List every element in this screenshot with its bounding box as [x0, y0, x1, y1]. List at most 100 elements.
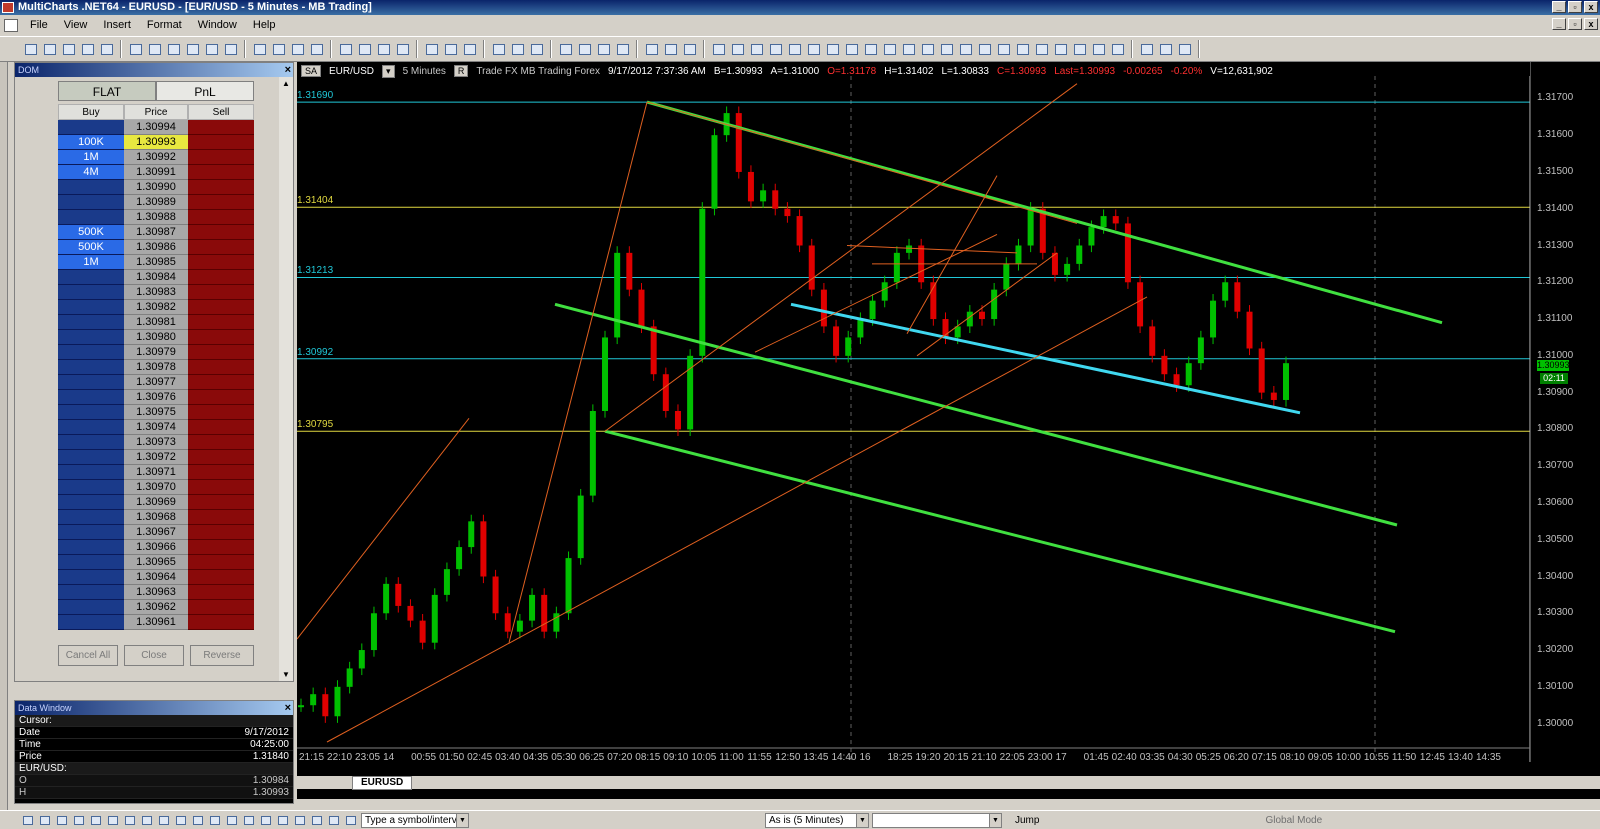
tool-tool-icon[interactable] [976, 41, 993, 58]
tool-tool-icon[interactable] [805, 41, 822, 58]
tool-tool-icon[interactable] [662, 41, 679, 58]
resolution-select[interactable]: As is (5 Minutes) ▼ [765, 812, 869, 828]
symbol-dropdown[interactable]: ▾ [382, 64, 395, 78]
paste-tool-icon[interactable] [146, 41, 163, 58]
new-tool-icon[interactable] [22, 41, 39, 58]
insert-tool-icon[interactable] [251, 41, 268, 58]
drawing-tool-icon[interactable] [258, 813, 273, 828]
step-tool-icon[interactable] [576, 41, 593, 58]
jump-button[interactable]: Jump [1015, 815, 1039, 826]
dom-buy-cell[interactable]: 500K [58, 225, 124, 240]
dom-sell-cell[interactable] [188, 585, 254, 600]
dom-buy-cell[interactable] [58, 585, 124, 600]
dom-buy-cell[interactable] [58, 195, 124, 210]
dom-buy-cell[interactable] [58, 525, 124, 540]
dom-buy-cell[interactable]: 1M [58, 150, 124, 165]
cut-tool-icon[interactable] [98, 41, 115, 58]
copy-tool-icon[interactable] [127, 41, 144, 58]
tab-pnl[interactable]: PnL [156, 81, 254, 101]
tool-tool-icon[interactable] [595, 41, 612, 58]
dom-buy-cell[interactable] [58, 345, 124, 360]
cursor-tool-icon[interactable] [394, 41, 411, 58]
tool-tool-icon[interactable] [1071, 41, 1088, 58]
dom-sell-cell[interactable] [188, 450, 254, 465]
cross-tool-icon[interactable] [423, 41, 440, 58]
zoom-tool-icon[interactable] [442, 41, 459, 58]
dom-buy-cell[interactable] [58, 285, 124, 300]
cancel-all-button[interactable]: Cancel All [58, 645, 118, 666]
print-tool-icon[interactable] [79, 41, 96, 58]
dom-sell-cell[interactable] [188, 405, 254, 420]
dom-buy-cell[interactable] [58, 330, 124, 345]
tool-tool-icon[interactable] [843, 41, 860, 58]
tool-tool-icon[interactable] [1176, 41, 1193, 58]
dom-sell-cell[interactable] [188, 240, 254, 255]
format-tool-icon[interactable] [203, 41, 220, 58]
point-tool-icon[interactable] [375, 41, 392, 58]
study-tool-icon[interactable] [289, 41, 306, 58]
pause-tool-icon[interactable] [557, 41, 574, 58]
dom-sell-cell[interactable] [188, 195, 254, 210]
drawing-tool-icon[interactable] [54, 813, 69, 828]
dom-scrollbar[interactable]: ▲ ▼ [279, 77, 293, 681]
dom-sell-cell[interactable] [188, 150, 254, 165]
tool-tool-icon[interactable] [862, 41, 879, 58]
drawing-tool-icon[interactable] [326, 813, 341, 828]
dom-buy-cell[interactable] [58, 390, 124, 405]
chevron-down-icon[interactable]: ▼ [856, 813, 868, 827]
dom-sell-cell[interactable] [188, 345, 254, 360]
drawing-tool-icon[interactable] [37, 813, 52, 828]
dom-sell-cell[interactable] [188, 465, 254, 480]
dom-sell-cell[interactable] [188, 165, 254, 180]
tool-tool-icon[interactable] [1090, 41, 1107, 58]
candle-tool-icon[interactable] [337, 41, 354, 58]
tool-tool-icon[interactable] [614, 41, 631, 58]
save-tool-icon[interactable] [60, 41, 77, 58]
close-position-button[interactable]: Close [124, 645, 184, 666]
sheet-tab-eurusd[interactable]: EURUSD [352, 776, 413, 790]
dom-buy-cell[interactable] [58, 120, 124, 135]
scroll-down-icon[interactable]: ▼ [282, 670, 290, 679]
tool-tool-icon[interactable] [1109, 41, 1126, 58]
tool-tool-icon[interactable] [1052, 41, 1069, 58]
window-tool-icon[interactable] [490, 41, 507, 58]
tool-tool-icon[interactable] [900, 41, 917, 58]
close-icon[interactable]: × [285, 701, 291, 715]
close-icon[interactable]: × [285, 63, 291, 77]
layout-tool-icon[interactable] [509, 41, 526, 58]
dom-buy-cell[interactable] [58, 405, 124, 420]
menu-window[interactable]: Window [190, 19, 245, 31]
chevron-down-icon[interactable]: ▼ [989, 813, 1001, 827]
dom-buy-cell[interactable]: 4M [58, 165, 124, 180]
menu-format[interactable]: Format [139, 19, 190, 31]
redo-tool-icon[interactable] [184, 41, 201, 58]
close-button[interactable]: x [1584, 1, 1598, 13]
dom-buy-cell[interactable] [58, 495, 124, 510]
price-chart[interactable]: SA EUR/USD ▾ 5 Minutes R Trade FX MB Tra… [297, 62, 1600, 799]
drawing-tool-icon[interactable] [292, 813, 307, 828]
tool-tool-icon[interactable] [957, 41, 974, 58]
tool-tool-icon[interactable] [767, 41, 784, 58]
drawing-tool-icon[interactable] [207, 813, 222, 828]
drawing-tool-icon[interactable] [309, 813, 324, 828]
sa-button[interactable]: SA [301, 65, 322, 77]
minimize-button[interactable]: _ [1552, 1, 1566, 13]
dom-buy-cell[interactable] [58, 540, 124, 555]
tool-tool-icon[interactable] [938, 41, 955, 58]
dom-sell-cell[interactable] [188, 300, 254, 315]
chevron-down-icon[interactable]: ▼ [456, 813, 468, 827]
dom-sell-cell[interactable] [188, 480, 254, 495]
dom-buy-cell[interactable] [58, 315, 124, 330]
tool-tool-icon[interactable] [1014, 41, 1031, 58]
undo-tool-icon[interactable] [165, 41, 182, 58]
tool-tool-icon[interactable] [1157, 41, 1174, 58]
dom-sell-cell[interactable] [188, 315, 254, 330]
dom-buy-cell[interactable] [58, 510, 124, 525]
tool-tool-icon[interactable] [643, 41, 660, 58]
restore-button[interactable]: ▫ [1568, 1, 1582, 13]
price-axis[interactable]: 1.31700 1.31600 1.31500 1.31400 1.31300 1.312… [1530, 62, 1600, 762]
scroll-tool-icon[interactable] [461, 41, 478, 58]
tool-tool-icon[interactable] [919, 41, 936, 58]
global-mode-button[interactable]: Global Mode [1265, 815, 1322, 826]
dom-buy-cell[interactable] [58, 435, 124, 450]
